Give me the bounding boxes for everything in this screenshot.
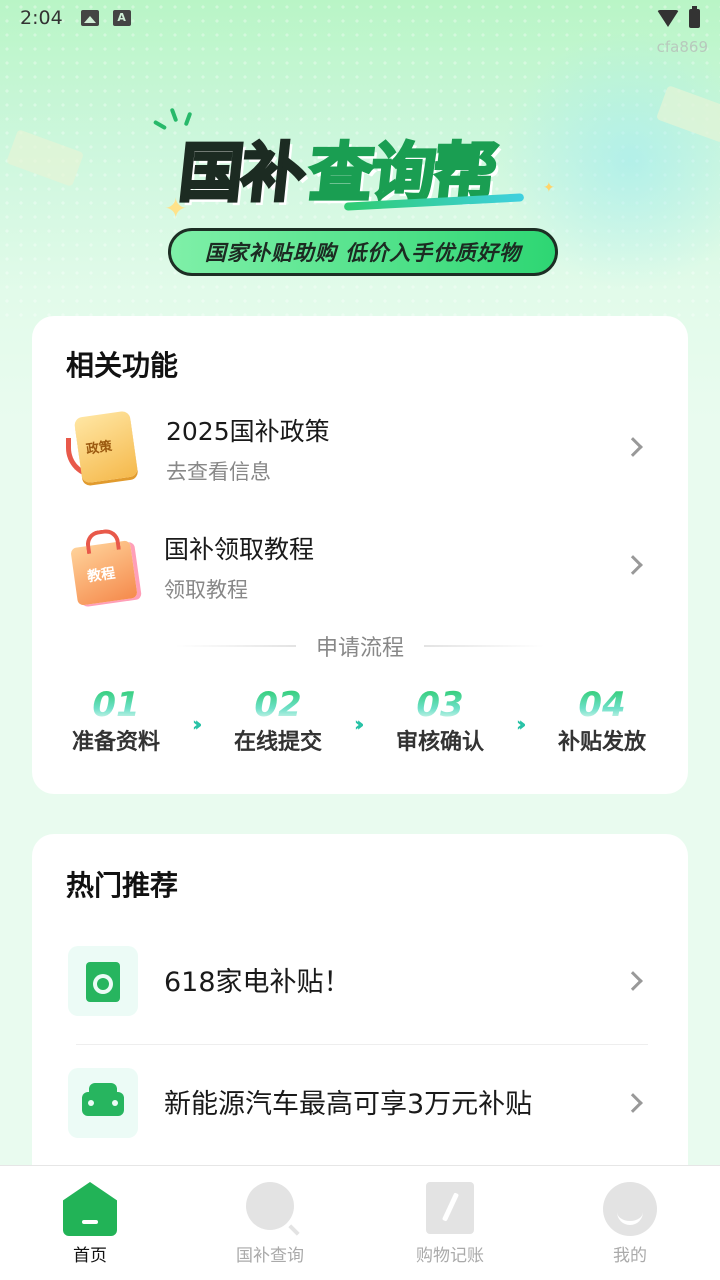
feature-title: 国补领取教程 [164, 535, 315, 564]
status-time: 2:04 [20, 7, 63, 29]
tab-label: 购物记账 [416, 1246, 484, 1266]
notebook-icon [426, 1182, 474, 1234]
feature-title: 2025国补政策 [166, 417, 330, 446]
feature-subtitle: 领取教程 [164, 578, 248, 602]
logo-title-part1: 国补 [174, 136, 309, 213]
washing-machine-icon-box [68, 946, 138, 1016]
hot-recommendations-card: 热门推荐 618家电补贴！ 新能源汽车最高可享3万元补贴 [32, 834, 688, 1194]
battery-icon [689, 5, 700, 28]
hot-item-title: 新能源汽车最高可享3万元补贴 [164, 1089, 533, 1120]
car-icon-box [68, 1068, 138, 1138]
wifi-icon [657, 9, 679, 27]
home-icon [63, 1182, 117, 1236]
chevron-right-icon [623, 555, 643, 575]
process-step: 03 审核确认 [380, 688, 500, 756]
process-step: 01 准备资料 [56, 688, 176, 756]
tab-shopping-ledger[interactable]: 购物记账 [360, 1166, 540, 1280]
feature-item-policy[interactable]: 2025国补政策 去查看信息 [32, 398, 688, 498]
policy-document-icon [66, 408, 146, 488]
chevron-right-icon [623, 971, 643, 991]
step-label: 在线提交 [233, 730, 322, 755]
tutorial-bag-icon [66, 526, 146, 606]
chevron-right-icon [623, 1093, 643, 1113]
process-steps: 01 准备资料 ›› 02 在线提交 ›› 03 审核确认 ›› 04 补贴发放 [32, 688, 688, 758]
profile-icon [603, 1182, 657, 1236]
step-number: 01 [56, 688, 176, 722]
image-notification-icon [80, 10, 99, 26]
feature-item-tutorial[interactable]: 国补领取教程 领取教程 [32, 516, 688, 616]
hot-item-title: 618家电补贴！ [164, 967, 351, 998]
car-icon [82, 1083, 124, 1116]
section-heading: 相关功能 [63, 344, 185, 386]
double-chevron-icon: ›› [192, 712, 203, 736]
tab-home[interactable]: 首页 [0, 1166, 180, 1280]
bottom-tab-bar: 首页 国补查询 购物记账 我的 [0, 1165, 720, 1280]
hero-slogan: 国家补贴助购 低价入手优质好物 [168, 228, 558, 276]
features-card: 相关功能 2025国补政策 去查看信息 国补领取教程 领取教程 申请流程 01 … [32, 316, 688, 794]
tab-profile[interactable]: 我的 [540, 1166, 720, 1280]
tab-label: 首页 [73, 1246, 107, 1266]
section-heading: 热门推荐 [63, 864, 185, 906]
double-chevron-icon: ›› [516, 712, 527, 736]
feature-subtitle: 去查看信息 [166, 460, 271, 484]
search-icon [246, 1182, 294, 1230]
step-number: 02 [218, 688, 338, 722]
hot-item-appliance-subsidy[interactable]: 618家电补贴！ [32, 930, 688, 1040]
step-number: 04 [542, 688, 662, 722]
tab-subsidy-query[interactable]: 国补查询 [180, 1166, 360, 1280]
divider [76, 1044, 648, 1045]
tab-label: 我的 [613, 1246, 647, 1266]
status-bar: 2:04 A [0, 0, 720, 36]
process-divider-title: 申请流程 [32, 630, 688, 661]
step-label: 准备资料 [71, 730, 160, 755]
tab-label: 国补查询 [236, 1246, 304, 1266]
watermark: cfa869 [656, 38, 708, 56]
double-chevron-icon: ›› [354, 712, 365, 736]
process-step: 02 在线提交 [218, 688, 338, 756]
step-label: 审核确认 [395, 730, 484, 755]
step-number: 03 [380, 688, 500, 722]
step-label: 补贴发放 [557, 730, 646, 755]
washing-machine-icon [86, 962, 120, 1002]
hot-item-ev-subsidy[interactable]: 新能源汽车最高可享3万元补贴 [32, 1052, 688, 1162]
process-step: 04 补贴发放 [542, 688, 662, 756]
chevron-right-icon [623, 437, 643, 457]
font-notification-icon: A [112, 10, 131, 26]
